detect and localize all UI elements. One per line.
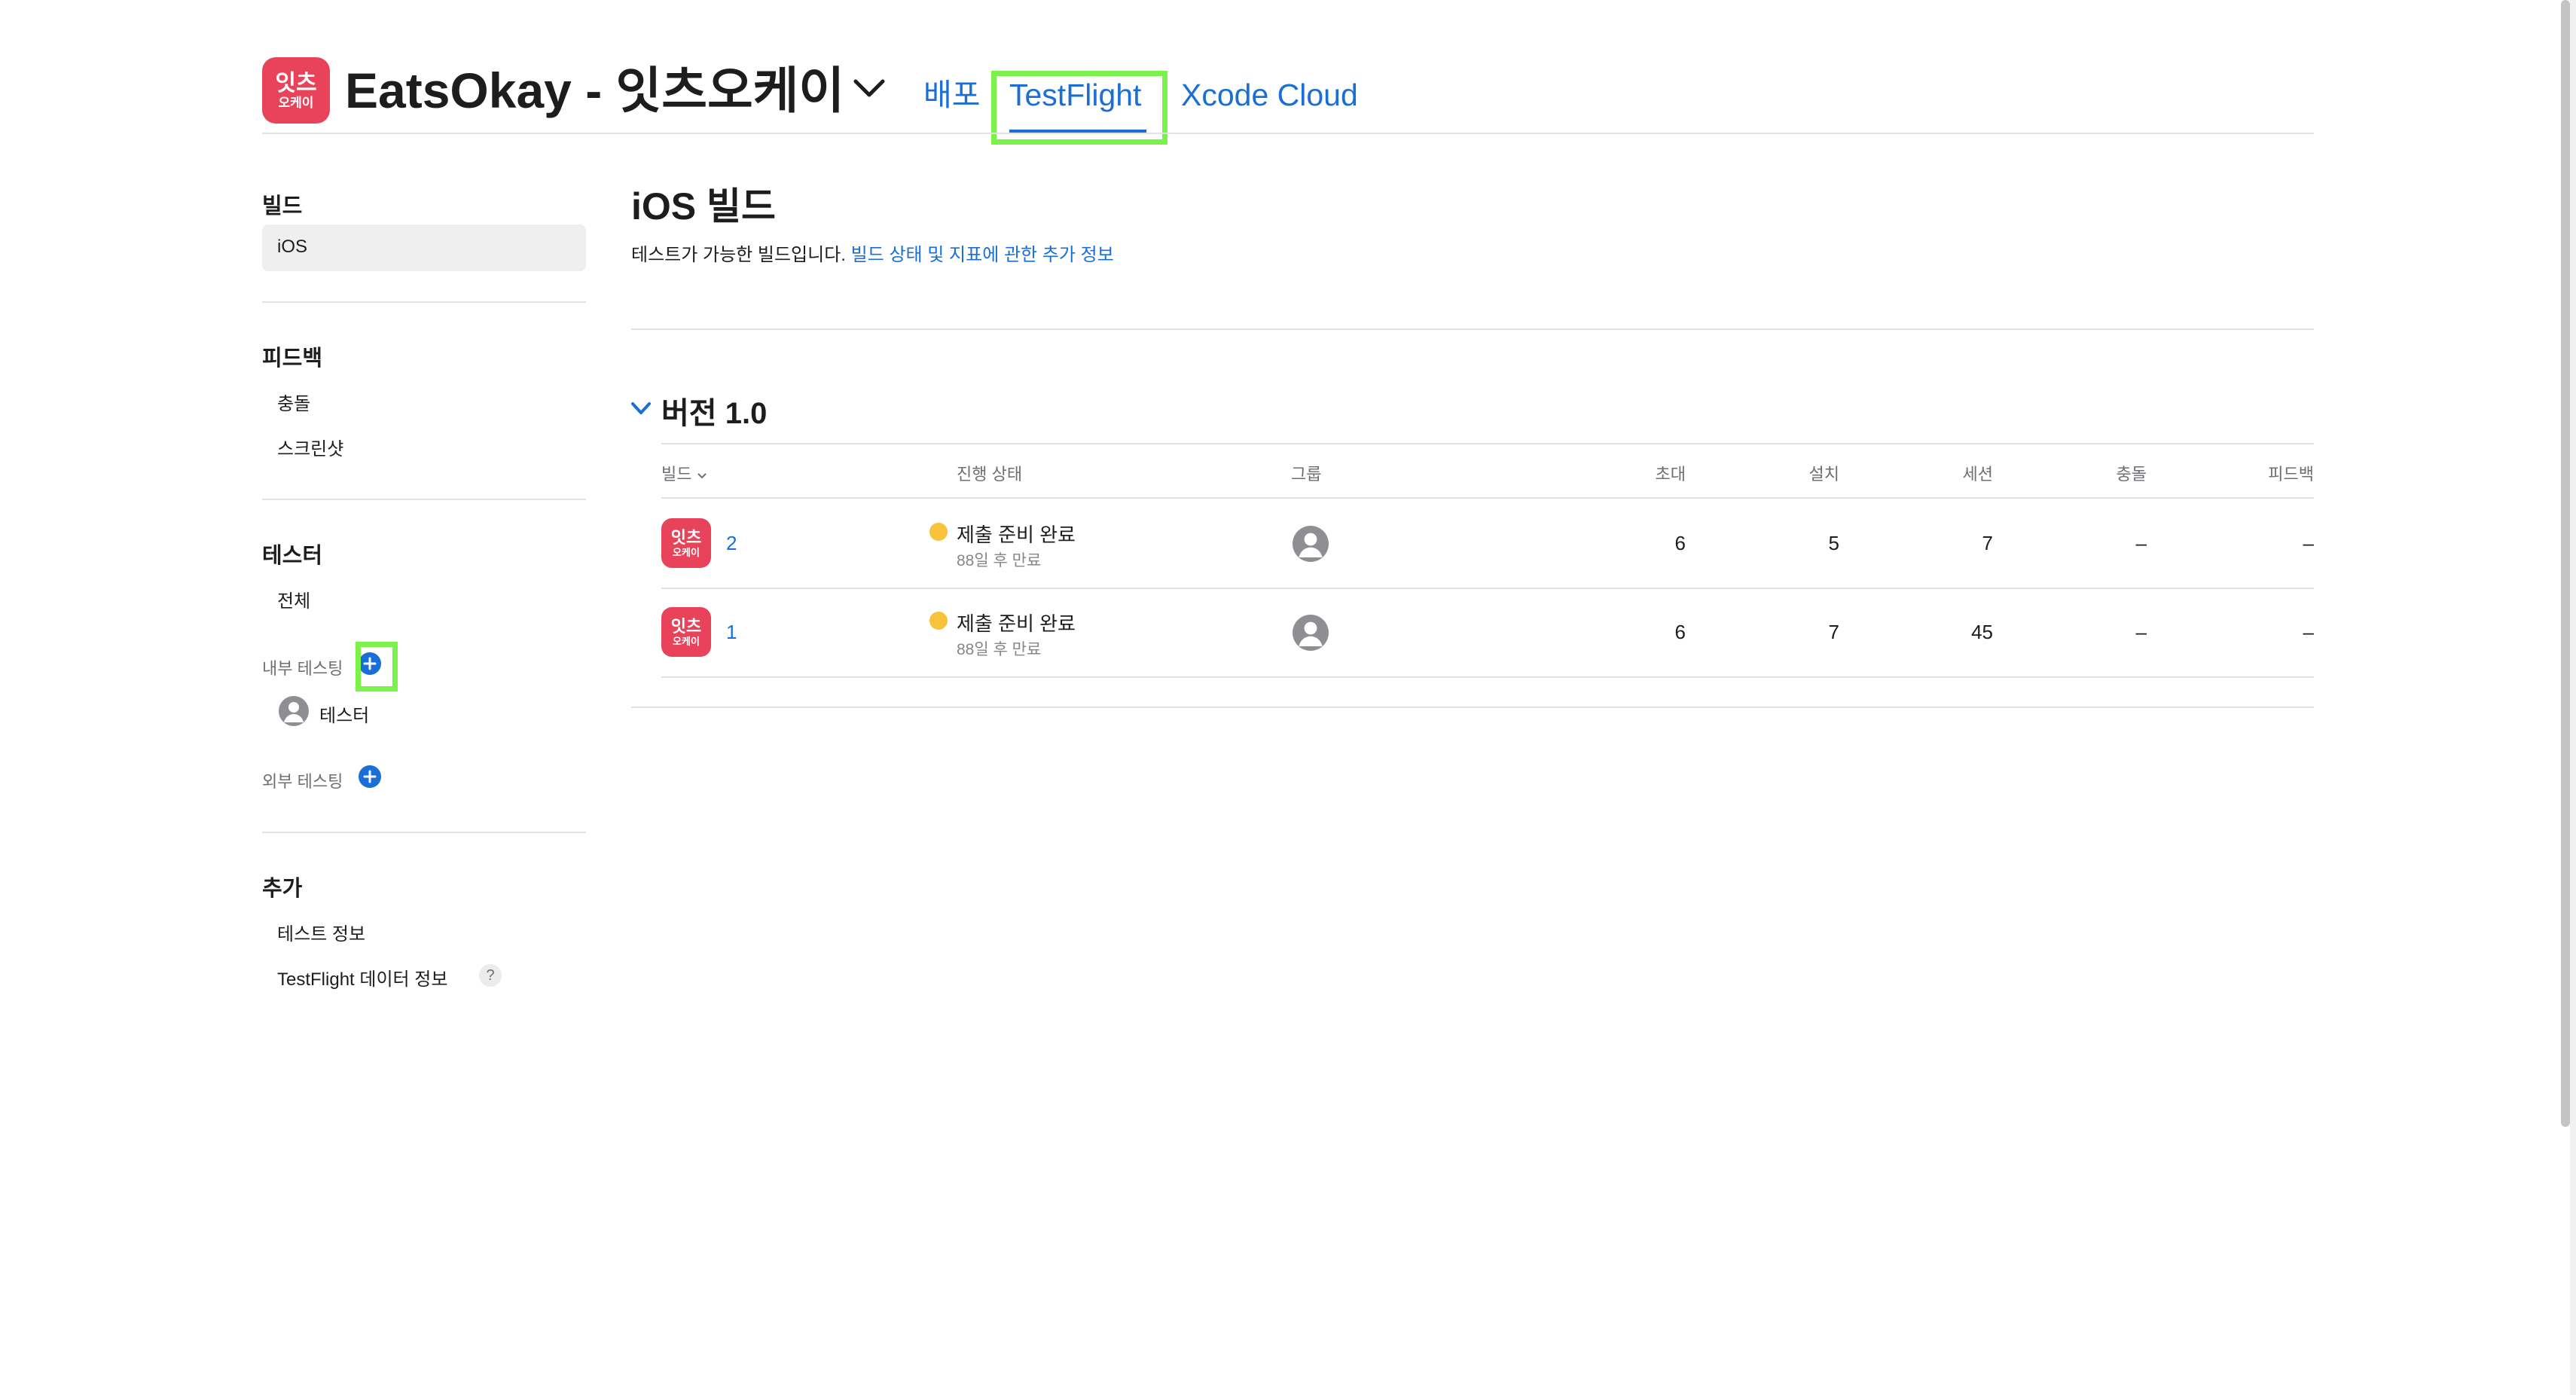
sidebar-divider [262,301,586,303]
column-header-crashes: 충돌 [2116,465,2147,484]
row-divider [661,588,2314,589]
build-number-link[interactable]: 1 [726,621,737,644]
sessions-count: 45 [1971,621,1993,643]
main-divider [631,328,2314,330]
tab-xcode-cloud[interactable]: Xcode Cloud [1181,74,1358,116]
build-expiry: 88일 후 만료 [957,552,1042,569]
sidebar-item-internal-group[interactable]: 테스터 [319,701,369,727]
chevron-down-icon [697,473,707,479]
feedback-count: – [2303,532,2314,554]
sidebar-item-crashes[interactable]: 충돌 [277,389,310,415]
page-description: 테스트가 가능한 빌드입니다. 빌드 상태 및 지표에 관한 추가 정보 [631,240,1114,266]
build-icon-line2: 오케이 [673,546,700,558]
tab-distribution[interactable]: 배포 [923,74,980,116]
sidebar-item-test-info[interactable]: 테스트 정보 [277,919,365,945]
build-app-icon: 잇츠 오케이 [661,607,711,657]
clock-icon [929,612,948,630]
invites-count: 6 [1674,621,1686,643]
group-avatar-icon [279,696,309,726]
column-header-sessions: 세션 [1962,465,1993,484]
app-title[interactable]: EatsOkay - 잇츠오케이 [345,54,844,127]
sidebar-testers-header: 테스터 [262,544,323,568]
table-header-divider [661,497,2314,499]
build-icon-line2: 오케이 [673,635,700,647]
invites-count: 6 [1674,532,1686,554]
build-status: 제출 준비 완료 [957,524,1076,546]
add-button-highlight [356,642,398,691]
installs-count: 7 [1828,621,1839,643]
app-icon-line1: 잇츠 [275,70,317,96]
sidebar-item-ios[interactable] [262,224,586,271]
row-divider [661,676,2314,678]
crashes-count: – [2135,621,2147,643]
group-avatar-icon[interactable] [1293,526,1329,562]
sidebar-internal-testing-label: 내부 테스팅 [262,659,343,678]
installs-count: 5 [1828,532,1839,554]
sidebar-divider [262,832,586,833]
scrollbar-thumb[interactable] [2561,0,2570,1127]
help-icon[interactable]: ? [479,964,502,987]
build-status: 제출 준비 완료 [957,612,1076,635]
column-header-status: 진행 상태 [957,465,1023,484]
sidebar-more-header: 추가 [262,877,303,901]
app-icon-line2: 오케이 [278,95,314,110]
sidebar-item-data-info[interactable]: TestFlight 데이터 정보 [277,964,447,991]
sidebar-item-screenshots[interactable]: 스크린샷 [277,434,343,460]
build-app-icon: 잇츠 오케이 [661,518,711,568]
table-top-divider [661,443,2314,444]
section-bottom-divider [631,707,2314,708]
column-header-group: 그룹 [1291,465,1322,484]
sidebar-item-all-testers[interactable]: 전체 [277,586,310,612]
version-title[interactable]: 버전 1.0 [661,389,767,432]
add-external-group-button[interactable] [359,765,381,788]
app-icon: 잇츠 오케이 [262,57,330,124]
sidebar-builds-header: 빌드 [262,194,303,218]
sidebar-item-ios-label: iOS [277,237,308,257]
header-divider [262,133,2314,134]
build-expiry: 88일 후 만료 [957,641,1042,658]
clock-icon [929,523,948,541]
build-icon-line1: 잇츠 [670,527,702,547]
build-number-link[interactable]: 2 [726,532,737,555]
page-title: iOS 빌드 [631,185,777,227]
sidebar-feedback-header: 피드백 [262,346,323,371]
feedback-count: – [2303,621,2314,643]
crashes-count: – [2135,532,2147,554]
sessions-count: 7 [1982,532,1993,554]
chevron-down-icon[interactable] [853,77,886,99]
build-status-info-link[interactable]: 빌드 상태 및 지표에 관한 추가 정보 [851,245,1114,265]
column-header-installs: 설치 [1808,465,1839,484]
build-icon-line1: 잇츠 [670,616,702,636]
column-header-invites: 초대 [1655,465,1686,484]
sidebar-divider [262,499,586,500]
chevron-down-icon[interactable] [630,399,652,417]
column-header-build[interactable]: 빌드 [661,461,707,485]
sidebar-external-testing-label: 외부 테스팅 [262,772,343,791]
plus-icon [363,770,377,783]
group-avatar-icon[interactable] [1293,615,1329,651]
scrollbar-track [2570,0,2576,1395]
page-description-text: 테스트가 가능한 빌드입니다. [631,245,846,265]
column-header-build-label: 빌드 [661,465,692,484]
column-header-feedback: 피드백 [2268,465,2314,484]
